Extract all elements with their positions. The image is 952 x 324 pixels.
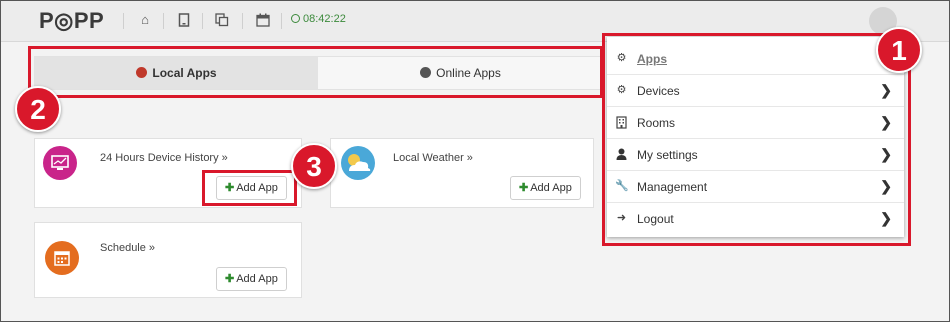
tab-label: Online Apps	[436, 66, 501, 80]
menu-item-apps[interactable]: ⚙ Apps	[607, 43, 904, 75]
building-icon	[615, 116, 628, 129]
add-app-button[interactable]: ✚ Add App	[510, 176, 581, 200]
add-app-button[interactable]: ✚ Add App	[216, 176, 287, 200]
app-card-title[interactable]: Local Weather »	[393, 152, 473, 164]
user-dropdown-menu: ⚙ Apps ⚙ Devices ❯ Rooms ❯ My settings ❯…	[607, 37, 904, 237]
menu-item-my-settings[interactable]: My settings ❯	[607, 139, 904, 171]
chevron-right-icon: ❯	[880, 146, 892, 162]
menu-item-devices[interactable]: ⚙ Devices ❯	[607, 75, 904, 107]
plus-icon: ✚	[519, 182, 529, 194]
menu-item-label: Rooms	[637, 116, 676, 130]
clock-time: 08:42:22	[303, 13, 346, 25]
app-card-title[interactable]: 24 Hours Device History »	[100, 152, 228, 164]
calendar-icon	[45, 241, 79, 275]
toolbar-separator	[281, 13, 282, 29]
plus-icon: ✚	[225, 273, 235, 285]
chevron-right-icon: ❯	[880, 210, 892, 226]
app-card-device-history: 24 Hours Device History » ✚ Add App	[34, 138, 302, 208]
wrench-icon: 🔧	[615, 180, 629, 192]
annotation-badge: 1	[876, 27, 922, 73]
chevron-right-icon: ❯	[880, 114, 892, 130]
app-card-schedule: Schedule » ✚ Add App	[34, 222, 302, 298]
monitor-icon	[43, 146, 77, 180]
menu-item-rooms[interactable]: Rooms ❯	[607, 107, 904, 139]
tab-local-apps[interactable]: Local Apps	[35, 57, 318, 89]
menu-item-management[interactable]: 🔧 Management ❯	[607, 171, 904, 203]
add-app-button[interactable]: ✚ Add App	[216, 267, 287, 291]
menu-item-label: Apps	[637, 52, 667, 66]
weather-icon	[341, 146, 375, 180]
apps-icon: ⚙	[616, 52, 627, 64]
app-card-title[interactable]: Schedule »	[100, 242, 155, 254]
menu-item-logout[interactable]: ➜ Logout ❯	[607, 203, 904, 235]
chevron-right-icon: ❯	[880, 178, 892, 194]
clock-display: 08:42:22	[291, 13, 346, 25]
top-bar: P◎PP ⌂ 08:42:22	[1, 1, 949, 42]
menu-item-label: Management	[637, 180, 708, 194]
toolbar-separator	[123, 13, 124, 29]
toolbar-separator	[202, 13, 203, 29]
plus-icon: ✚	[225, 182, 235, 194]
menu-item-label: Logout	[637, 212, 674, 226]
copy-icon[interactable]	[215, 13, 229, 27]
cogs-icon: ⚙	[616, 84, 627, 96]
menu-item-label: My settings	[637, 148, 698, 162]
menu-item-label: Devices	[637, 84, 680, 98]
chevron-right-icon: ❯	[880, 82, 892, 98]
user-icon	[615, 148, 628, 161]
annotation-badge: 3	[291, 143, 337, 189]
cloud-download-icon	[136, 67, 148, 78]
popp-logo[interactable]: P◎PP	[39, 8, 104, 34]
toolbar-separator	[242, 13, 243, 29]
add-app-label: Add App	[530, 182, 572, 194]
logout-icon: ➜	[616, 212, 627, 224]
tab-online-apps[interactable]: Online Apps	[318, 57, 603, 89]
tablet-icon[interactable]	[177, 13, 191, 27]
app-card-local-weather: Local Weather » ✚ Add App	[330, 138, 594, 208]
calendar-icon[interactable]	[256, 13, 270, 27]
annotation-badge: 2	[15, 86, 61, 132]
home-icon[interactable]: ⌂	[138, 13, 152, 27]
clock-icon	[291, 14, 300, 23]
tab-label: Local Apps	[152, 66, 217, 80]
add-app-label: Add App	[236, 182, 278, 194]
toolbar-separator	[163, 13, 164, 29]
app-tabs: Local Apps Online Apps	[34, 56, 604, 90]
add-app-label: Add App	[236, 273, 278, 285]
globe-icon	[420, 67, 432, 78]
